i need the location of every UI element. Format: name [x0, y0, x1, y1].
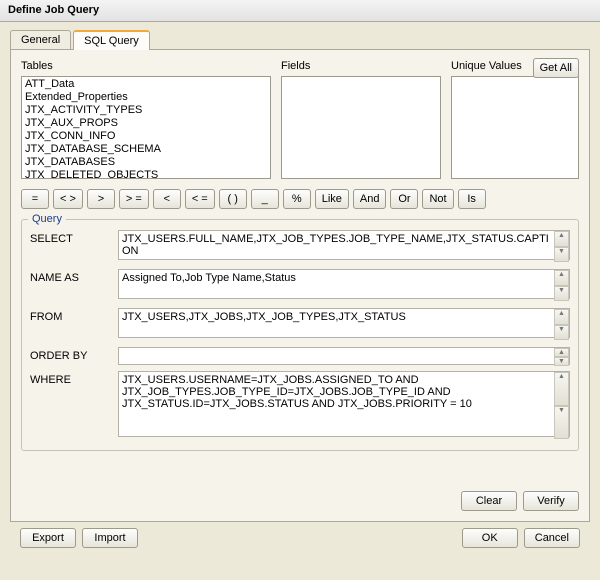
footer-left: Export Import — [20, 528, 138, 548]
tables-column: Tables ATT_Data Extended_Properties JTX_… — [21, 60, 271, 179]
up-arrow-icon[interactable]: ▲ — [554, 348, 569, 357]
fields-label: Fields — [281, 60, 441, 74]
select-spin: ▲ ▼ — [554, 231, 569, 262]
nameas-label: NAME AS — [30, 269, 118, 284]
where-label: WHERE — [30, 371, 118, 386]
op-like-button[interactable]: Like — [315, 189, 349, 209]
down-arrow-icon[interactable]: ▼ — [554, 286, 569, 302]
op-eq-button[interactable]: = — [21, 189, 49, 209]
op-underscore-button[interactable]: _ — [251, 189, 279, 209]
tables-label: Tables — [21, 60, 271, 74]
import-button[interactable]: Import — [82, 528, 138, 548]
orderby-label: ORDER BY — [30, 347, 118, 362]
tab-general[interactable]: General — [10, 30, 71, 49]
window-title: Define Job Query — [8, 4, 99, 16]
list-item[interactable]: JTX_DELETED_OBJECTS — [23, 169, 269, 179]
op-neq-button[interactable]: < > — [53, 189, 83, 209]
op-not-button[interactable]: Not — [422, 189, 453, 209]
select-input[interactable] — [118, 230, 570, 260]
nameas-spin: ▲ ▼ — [554, 270, 569, 301]
unique-column: Unique Values Get All — [451, 60, 579, 179]
op-or-button[interactable]: Or — [390, 189, 418, 209]
window-titlebar: Define Job Query — [0, 0, 600, 22]
select-label: SELECT — [30, 230, 118, 245]
op-lte-button[interactable]: < = — [185, 189, 215, 209]
select-row: SELECT ▲ ▼ — [30, 230, 570, 263]
footer-right: OK Cancel — [462, 528, 580, 548]
down-arrow-icon[interactable]: ▼ — [554, 406, 569, 440]
nameas-input[interactable] — [118, 269, 570, 299]
tab-sql-query[interactable]: SQL Query — [73, 30, 150, 50]
tabstrip: General SQL Query — [10, 28, 590, 50]
get-all-button[interactable]: Get All — [533, 58, 579, 78]
up-arrow-icon[interactable]: ▲ — [554, 270, 569, 286]
footer: Export Import OK Cancel — [10, 522, 590, 548]
content: General SQL Query Tables ATT_Data Extend… — [0, 22, 600, 552]
list-item[interactable]: JTX_ACTIVITY_TYPES — [23, 104, 269, 117]
list-item[interactable]: JTX_DATABASE_SCHEMA — [23, 143, 269, 156]
where-spin: ▲ ▼ — [554, 372, 569, 439]
list-item[interactable]: ATT_Data — [23, 78, 269, 91]
up-arrow-icon[interactable]: ▲ — [554, 309, 569, 325]
list-item[interactable]: JTX_AUX_PROPS — [23, 117, 269, 130]
tables-listbox[interactable]: ATT_Data Extended_Properties JTX_ACTIVIT… — [21, 76, 271, 179]
tab-general-label: General — [21, 34, 60, 46]
list-item[interactable]: JTX_CONN_INFO — [23, 130, 269, 143]
query-groupbox: Query SELECT ▲ ▼ NAME AS ▲ ▼ — [21, 219, 579, 451]
clear-button[interactable]: Clear — [461, 491, 517, 511]
ok-button[interactable]: OK — [462, 528, 518, 548]
from-input[interactable] — [118, 308, 570, 338]
where-input[interactable] — [118, 371, 570, 437]
op-gte-button[interactable]: > = — [119, 189, 149, 209]
from-row: FROM ▲ ▼ — [30, 308, 570, 341]
orderby-input[interactable] — [118, 347, 570, 365]
verify-button[interactable]: Verify — [523, 491, 579, 511]
list-item[interactable]: JTX_DATABASES — [23, 156, 269, 169]
down-arrow-icon[interactable]: ▼ — [554, 247, 569, 263]
operator-row: = < > > > = < < = ( ) _ % Like And Or No… — [21, 189, 579, 209]
op-percent-button[interactable]: % — [283, 189, 311, 209]
tab-panel: Tables ATT_Data Extended_Properties JTX_… — [10, 50, 590, 522]
fields-column: Fields — [281, 60, 441, 179]
op-lt-button[interactable]: < — [153, 189, 181, 209]
nameas-row: NAME AS ▲ ▼ — [30, 269, 570, 302]
list-item[interactable]: Extended_Properties — [23, 91, 269, 104]
down-arrow-icon[interactable]: ▼ — [554, 325, 569, 341]
fields-listbox[interactable] — [281, 76, 441, 179]
cancel-button[interactable]: Cancel — [524, 528, 580, 548]
orderby-spin: ▲ ▼ — [554, 348, 569, 364]
where-row: WHERE ▲ ▼ — [30, 371, 570, 440]
down-arrow-icon[interactable]: ▼ — [554, 357, 569, 366]
from-spin: ▲ ▼ — [554, 309, 569, 340]
query-group-title: Query — [28, 213, 66, 225]
op-paren-button[interactable]: ( ) — [219, 189, 247, 209]
from-label: FROM — [30, 308, 118, 323]
orderby-row: ORDER BY ▲ ▼ — [30, 347, 570, 365]
unique-listbox[interactable] — [451, 76, 579, 179]
up-arrow-icon[interactable]: ▲ — [554, 231, 569, 247]
top-columns: Tables ATT_Data Extended_Properties JTX_… — [21, 60, 579, 179]
op-is-button[interactable]: Is — [458, 189, 486, 209]
op-and-button[interactable]: And — [353, 189, 387, 209]
tab-sql-label: SQL Query — [84, 35, 139, 47]
op-gt-button[interactable]: > — [87, 189, 115, 209]
panel-buttons: Clear Verify — [461, 491, 579, 511]
up-arrow-icon[interactable]: ▲ — [554, 372, 569, 406]
export-button[interactable]: Export — [20, 528, 76, 548]
